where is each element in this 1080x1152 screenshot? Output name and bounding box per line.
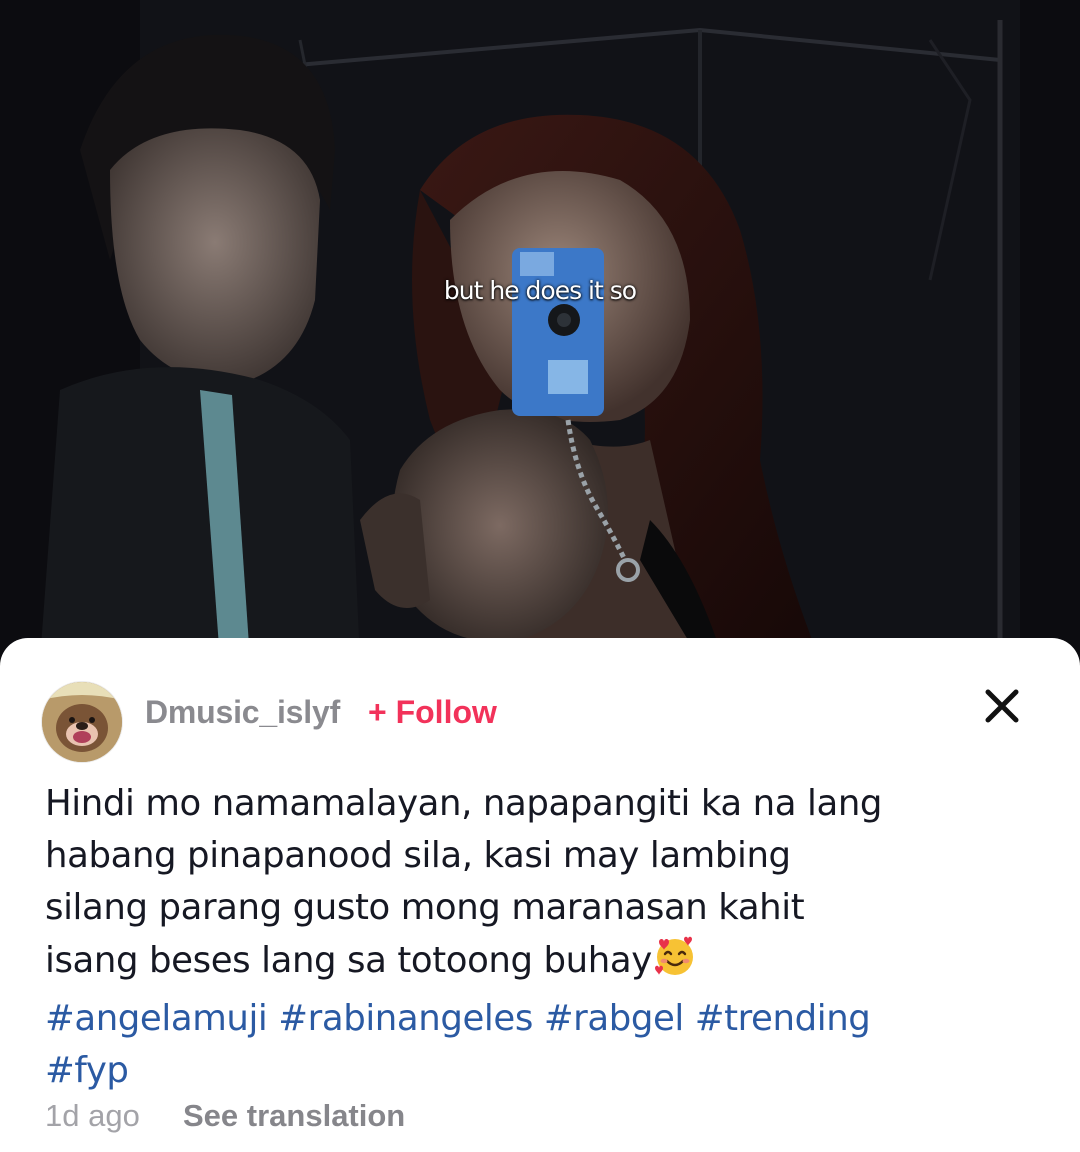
description-line: Hindi mo namamalayan, napapangiti ka na … [45,783,883,824]
hashtag-link[interactable]: #trending [695,998,871,1039]
description-line-with-emoji: isang beses lang sa totoong buhay [45,934,1045,993]
hashtags-line: #angelamuji #rabinangeles #rabgel #trend… [45,993,1045,1045]
hashtag-link[interactable]: #rabgel [544,998,684,1039]
caption-sheet: Dmusic_islyf + Follow Hindi mo namamalay… [0,638,1080,1152]
avatar-image [42,682,122,762]
video-player[interactable]: but he does it so [0,0,1080,660]
hashtag-link[interactable]: #angelamuji [45,998,268,1039]
avatar[interactable] [42,682,122,762]
post-meta: 1d ago See translation [45,1098,405,1134]
username[interactable]: Dmusic_islyf [145,694,340,731]
close-icon [985,689,1019,723]
video-frame [0,0,1080,660]
see-translation-button[interactable]: See translation [183,1098,405,1134]
timestamp: 1d ago [45,1098,140,1133]
smiling-face-with-hearts-icon [653,934,697,993]
follow-button[interactable]: + Follow [368,694,497,731]
video-caption-overlay: but he does it so [443,276,637,305]
hashtag-link[interactable]: #rabinangeles [278,998,533,1039]
description-line: isang beses lang sa totoong buhay [45,940,652,981]
hashtag-link[interactable]: #fyp [45,1050,129,1091]
close-button[interactable] [974,678,1030,734]
description-line: silang parang gusto mong maranasan kahit [45,887,805,928]
description-line: habang pinapanood sila, kasi may lambing [45,835,791,876]
screen: but he does it so Dmusic_islyf + Follow [0,0,1080,1152]
hashtags-line: #fyp [45,1045,1045,1097]
post-description: Hindi mo namamalayan, napapangiti ka na … [45,778,1045,1097]
